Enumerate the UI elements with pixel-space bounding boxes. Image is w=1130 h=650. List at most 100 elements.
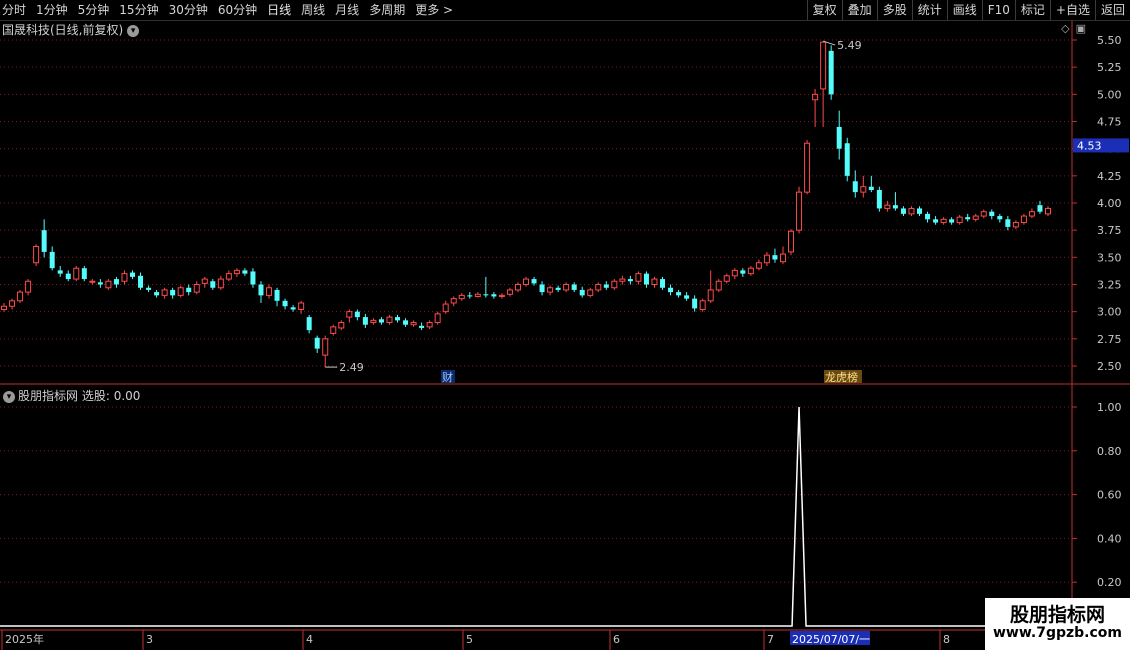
high-label: 5.49 bbox=[837, 39, 862, 52]
candle-body bbox=[989, 211, 995, 217]
candle-body bbox=[555, 287, 561, 290]
indicator-tick-label: 0.20 bbox=[1097, 576, 1122, 589]
candle-body bbox=[491, 294, 497, 297]
candle-body bbox=[426, 322, 433, 328]
candle-body bbox=[933, 219, 939, 223]
candle-body bbox=[290, 307, 296, 310]
candle-body bbox=[949, 219, 955, 223]
candle-body bbox=[322, 338, 329, 356]
price-tick-label: 3.75 bbox=[1097, 224, 1122, 237]
candle-body bbox=[723, 275, 730, 282]
candle-body bbox=[330, 326, 337, 334]
date-highlight: 2025/07/07/一 bbox=[792, 633, 870, 646]
candle-body bbox=[113, 279, 119, 285]
candle-body bbox=[138, 275, 144, 288]
candle-body bbox=[154, 292, 160, 296]
date-label: 2025年 bbox=[5, 632, 44, 646]
candle-body bbox=[539, 284, 545, 293]
candle-body bbox=[692, 298, 698, 309]
candle-body bbox=[660, 279, 666, 288]
date-label: 5 bbox=[466, 633, 473, 646]
candle-body bbox=[450, 298, 457, 304]
candle-body bbox=[699, 300, 706, 310]
indicator-line bbox=[0, 406, 1072, 627]
candle-body bbox=[997, 216, 1003, 220]
candle-body bbox=[242, 270, 248, 274]
watermark: 股朋指标网 www.7gpzb.com bbox=[985, 598, 1130, 650]
candles-group bbox=[1, 41, 1051, 368]
candle-body bbox=[828, 50, 834, 95]
kline-chart[interactable]: 5.505.255.004.754.504.254.003.753.503.25… bbox=[0, 0, 1130, 650]
candle-body bbox=[900, 208, 906, 214]
candle-body bbox=[250, 271, 256, 285]
candle-body bbox=[121, 273, 128, 282]
candle-body bbox=[884, 204, 891, 209]
date-label: 3 bbox=[146, 633, 153, 646]
candle-body bbox=[635, 273, 642, 282]
candle-body bbox=[940, 218, 947, 224]
candle-body bbox=[1020, 215, 1027, 224]
candle-body bbox=[1, 305, 7, 310]
candle-body bbox=[844, 143, 850, 176]
candle-body bbox=[474, 293, 481, 297]
candle-body bbox=[925, 213, 931, 220]
candle-body bbox=[1005, 219, 1011, 227]
watermark-url: www.7gpzb.com bbox=[992, 625, 1122, 641]
candle-body bbox=[917, 208, 923, 214]
candle-body bbox=[731, 269, 738, 277]
candle-body bbox=[346, 311, 353, 318]
candle-body bbox=[595, 284, 602, 291]
price-tick-label: 5.50 bbox=[1097, 34, 1122, 47]
date-label: 7 bbox=[767, 633, 774, 646]
candle-body bbox=[266, 287, 273, 296]
candle-body bbox=[362, 317, 368, 325]
candle-body bbox=[177, 287, 184, 296]
candle-body bbox=[467, 295, 473, 297]
candle-body bbox=[225, 273, 232, 280]
candle-body bbox=[860, 186, 867, 193]
candle-body bbox=[498, 294, 505, 297]
candle-body bbox=[1012, 222, 1019, 228]
candle-body bbox=[1028, 211, 1035, 217]
candle-body bbox=[579, 289, 585, 296]
candle-body bbox=[676, 292, 682, 296]
indicator-tick-label: 0.60 bbox=[1097, 489, 1122, 502]
candle-body bbox=[763, 254, 770, 264]
candle-body bbox=[338, 322, 345, 329]
indicator-tick-label: 1.00 bbox=[1097, 401, 1122, 414]
price-tick-label: 4.75 bbox=[1097, 116, 1122, 129]
candle-body bbox=[81, 268, 87, 280]
candle-body bbox=[314, 337, 320, 349]
candle-body bbox=[876, 189, 882, 209]
candle-body bbox=[201, 278, 208, 284]
candle-body bbox=[1045, 207, 1051, 215]
price-tick-label: 2.50 bbox=[1097, 360, 1122, 373]
date-label: 8 bbox=[943, 633, 950, 646]
candle-body bbox=[419, 325, 425, 328]
candle-body bbox=[1037, 205, 1043, 212]
candle-body bbox=[603, 284, 609, 288]
watermark-name: 股朋指标网 bbox=[1009, 604, 1105, 626]
candle-body bbox=[684, 295, 690, 299]
candle-body bbox=[506, 289, 513, 295]
candle-body bbox=[217, 278, 224, 289]
candle-body bbox=[627, 279, 633, 282]
candle-body bbox=[796, 191, 803, 231]
candle-body bbox=[587, 289, 594, 296]
candle-body bbox=[97, 282, 103, 285]
candle-body bbox=[668, 287, 674, 293]
candle-body bbox=[89, 280, 96, 283]
candle-body bbox=[956, 216, 963, 224]
candle-body bbox=[651, 278, 658, 286]
candle-body bbox=[458, 294, 465, 300]
low-label: 2.49 bbox=[339, 361, 364, 374]
date-label: 6 bbox=[613, 633, 620, 646]
candle-body bbox=[33, 245, 40, 264]
price-tick-label: 5.00 bbox=[1097, 88, 1122, 101]
candle-body bbox=[972, 215, 979, 220]
indicator-tick-label: 0.80 bbox=[1097, 445, 1122, 458]
candle-body bbox=[386, 316, 393, 324]
price-tick-label: 5.25 bbox=[1097, 61, 1122, 74]
candle-body bbox=[105, 280, 112, 289]
candle-body bbox=[370, 319, 377, 324]
